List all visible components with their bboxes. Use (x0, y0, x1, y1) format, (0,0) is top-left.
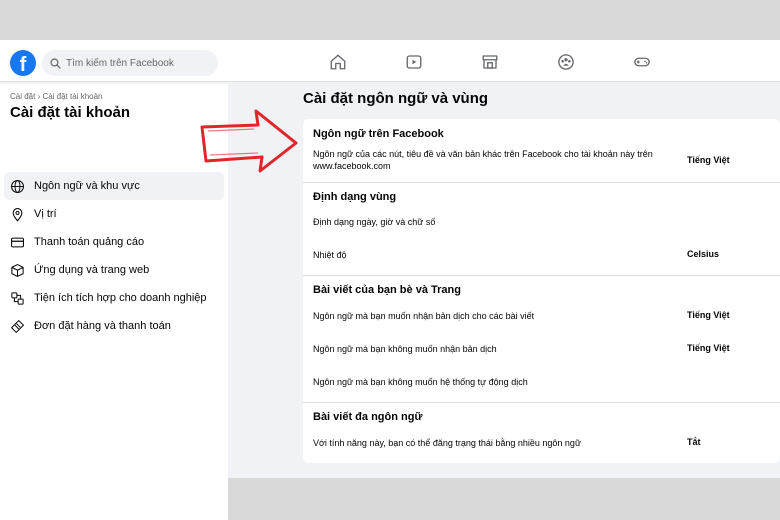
sidebar-item-label: Ứng dụng và trang web (34, 264, 150, 276)
section-title: Ngôn ngữ trên Facebook (313, 128, 444, 140)
section-title: Định dạng vùng (313, 191, 397, 203)
tab-marketplace[interactable] (452, 42, 528, 82)
sidebar-item-label: Ngôn ngữ và khu vực (34, 180, 140, 192)
search-input[interactable] (66, 57, 206, 69)
page-title: Cài đặt ngôn ngữ và vùng (303, 90, 489, 107)
main-nav-tabs (300, 42, 680, 82)
setting-row-label[interactable]: Ngôn ngữ mà bạn không muốn nhận bản dịch (313, 343, 497, 355)
section-region-format: Định dạng vùng Định dạng ngày, giờ và ch… (303, 183, 780, 276)
sidebar-item-business-integrations[interactable]: Tiện ích tích hợp cho doanh nghiệp (4, 284, 224, 312)
facebook-logo[interactable]: f (10, 50, 36, 76)
tab-watch[interactable] (376, 42, 452, 82)
sidebar-item-orders-payments[interactable]: Đơn đặt hàng và thanh toán (4, 312, 224, 340)
setting-row-value[interactable]: Celsius (687, 249, 719, 259)
home-icon (330, 54, 346, 70)
section-friends-pages-posts: Bài viết của bạn bè và Trang Ngôn ngữ mà… (303, 276, 780, 403)
breadcrumb[interactable]: Cài đặt › Cài đặt tài khoản (10, 92, 103, 101)
setting-row-label[interactable]: Với tính năng này, bạn có thể đăng trạng… (313, 437, 581, 449)
setting-row-label[interactable]: Ngôn ngữ mà bạn muốn nhận bản dịch cho c… (313, 310, 534, 322)
sidebar-title: Cài đặt tài khoản (10, 104, 131, 121)
section-title: Bài viết đa ngôn ngữ (313, 411, 423, 423)
top-navigation-bar: f (0, 42, 780, 82)
setting-row-value[interactable]: Tắt (687, 437, 701, 447)
setting-row-label[interactable]: Định dạng ngày, giờ và chữ số (313, 216, 435, 228)
section-facebook-language: Ngôn ngữ trên Facebook Ngôn ngữ của các … (303, 119, 780, 183)
section-title: Bài viết của bạn bè và Trang (313, 284, 461, 296)
setting-row-label[interactable]: Ngôn ngữ mà bạn không muốn hệ thống tự đ… (313, 376, 528, 388)
sidebar-item-label: Vị trí (34, 208, 57, 220)
setting-row-value[interactable]: Tiếng Việt (687, 343, 730, 353)
tab-home[interactable] (300, 42, 376, 82)
cube-icon (11, 263, 24, 277)
globe-icon (11, 179, 24, 193)
gaming-icon (634, 57, 650, 67)
setting-row-label[interactable]: Nhiệt độ (313, 249, 347, 261)
location-pin-icon (12, 207, 23, 222)
sidebar-item-location[interactable]: Vị trí (4, 200, 224, 228)
groups-icon (558, 54, 574, 70)
annotation-arrow-icon (200, 109, 298, 173)
setting-row-value[interactable]: Tiếng Việt (687, 155, 730, 165)
sidebar-item-label: Tiện ích tích hợp cho doanh nghiệp (34, 292, 207, 304)
sidebar-item-apps-websites[interactable]: Ứng dụng và trang web (4, 256, 224, 284)
setting-row-value[interactable]: Tiếng Việt (687, 310, 730, 320)
settings-menu: Ngôn ngữ và khu vực Vị trí Thanh toán qu… (4, 172, 224, 340)
marketplace-icon (482, 55, 498, 69)
business-integration-icon (11, 291, 24, 305)
search-icon (50, 57, 61, 69)
section-multilingual-posts: Bài viết đa ngôn ngữ Với tính năng này, … (303, 403, 780, 463)
credit-card-icon (11, 237, 24, 247)
tab-groups[interactable] (528, 42, 604, 82)
sidebar-item-label: Thanh toán quảng cáo (34, 236, 145, 248)
search-box[interactable] (42, 50, 218, 76)
sidebar-item-ad-payments[interactable]: Thanh toán quảng cáo (4, 228, 224, 256)
watch-icon (406, 55, 422, 69)
sidebar-item-label: Đơn đặt hàng và thanh toán (34, 320, 171, 332)
settings-sidebar: Cài đặt › Cài đặt tài khoản Cài đặt tài … (0, 84, 228, 520)
setting-row-label[interactable]: Ngôn ngữ của các nút, tiêu đề và văn bản… (313, 148, 683, 172)
tab-gaming[interactable] (604, 42, 680, 82)
language-region-settings-card: Ngôn ngữ trên Facebook Ngôn ngữ của các … (303, 119, 780, 463)
sidebar-item-language-region[interactable]: Ngôn ngữ và khu vực (4, 172, 224, 200)
tag-icon (11, 319, 24, 333)
